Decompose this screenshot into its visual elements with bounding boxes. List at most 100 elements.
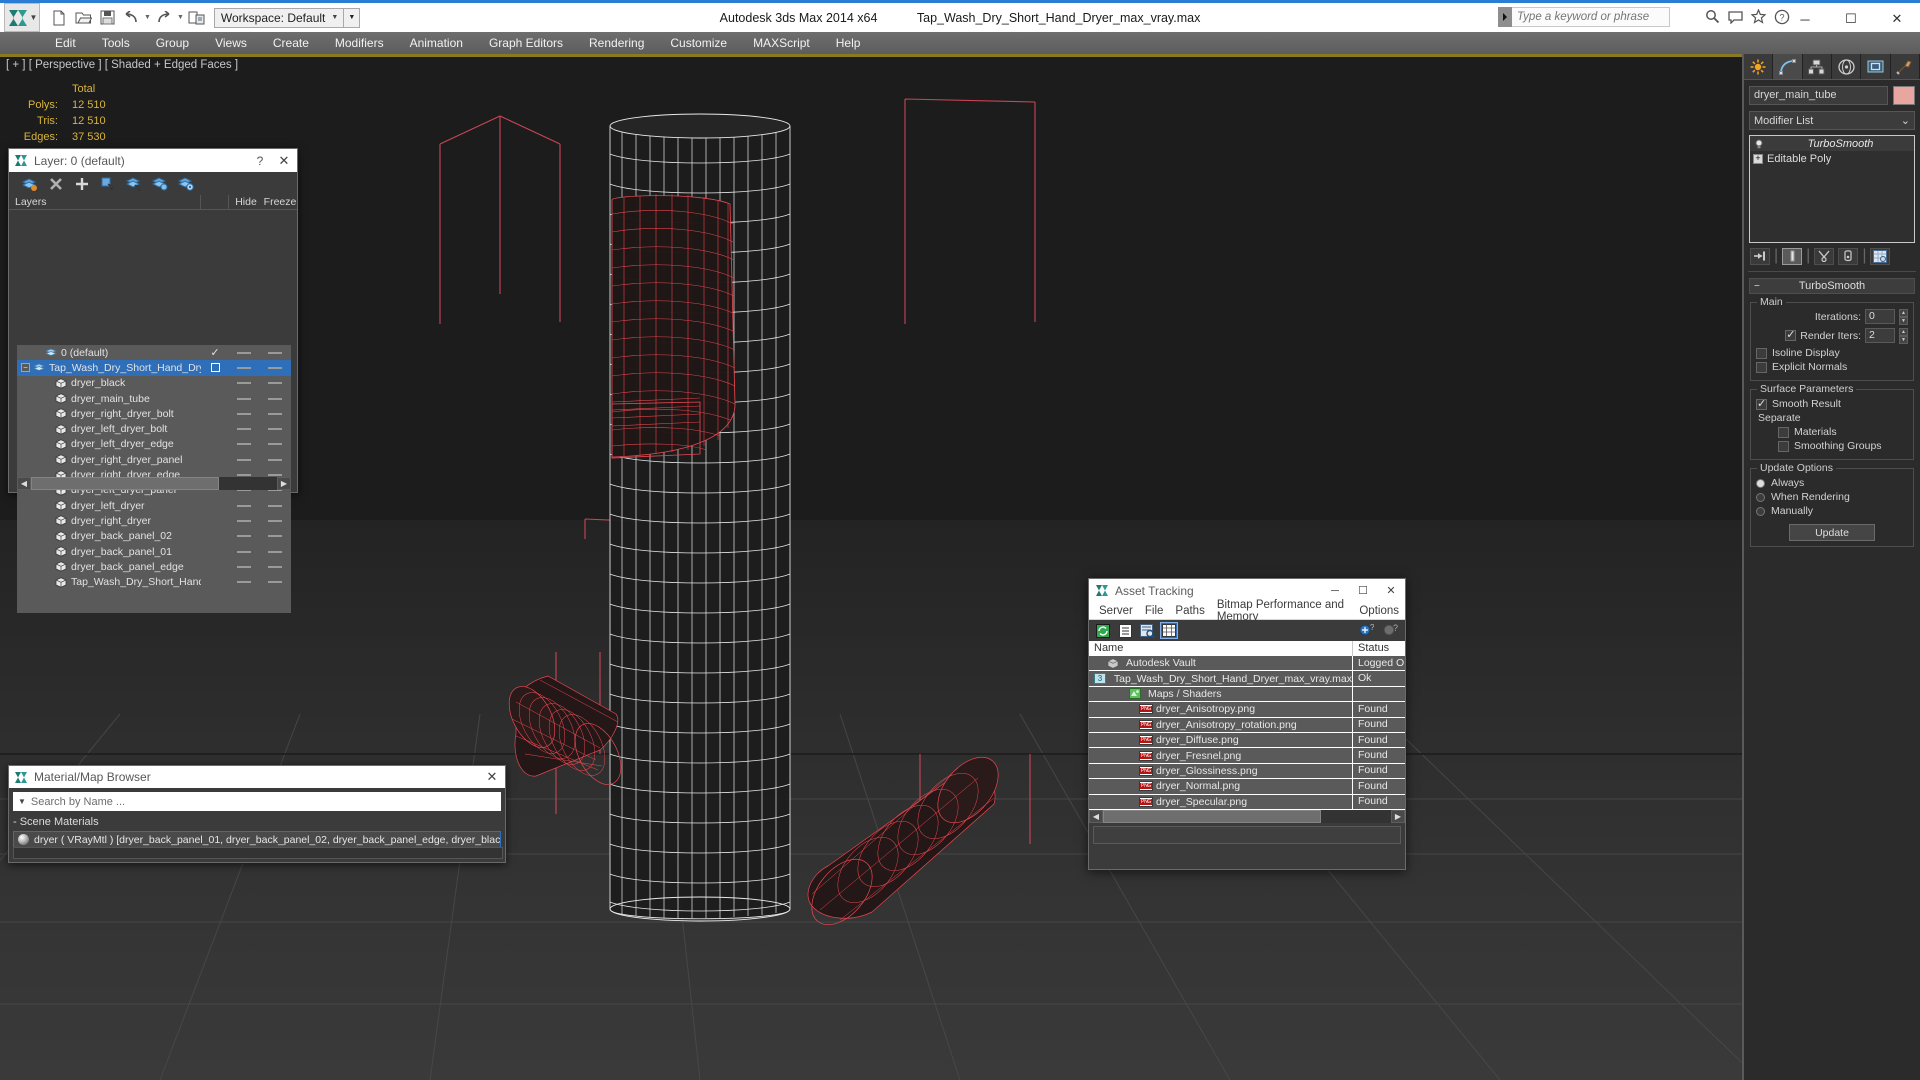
layer-freeze-cell[interactable] (259, 520, 291, 522)
layer-hide-cell[interactable] (229, 535, 259, 537)
layer-active-cell[interactable] (201, 363, 229, 372)
select-objects-in-layer-icon[interactable] (99, 176, 116, 192)
layer-freeze-cell[interactable] (259, 566, 291, 568)
at-menu-paths[interactable]: Paths (1169, 605, 1210, 617)
redo-dropdown-icon[interactable]: ▼ (177, 14, 184, 21)
minimize-button[interactable]: ─ (1782, 3, 1828, 35)
layer-hide-cell[interactable] (229, 382, 259, 384)
configure-modifier-sets-icon[interactable] (1870, 248, 1890, 265)
iterations-spinner[interactable]: ▲▼ (1899, 309, 1908, 324)
layer-hide-cell[interactable] (229, 474, 259, 476)
pin-stack-icon[interactable] (1750, 248, 1770, 265)
maximize-button[interactable]: ☐ (1828, 3, 1874, 35)
always-row[interactable]: Always (1756, 477, 1908, 489)
modifier-list-dropdown[interactable]: Modifier List ⌄ (1749, 111, 1915, 130)
object-color-swatch[interactable] (1893, 86, 1915, 105)
layer-hide-cell[interactable] (229, 551, 259, 553)
menu-help[interactable]: Help (823, 32, 874, 54)
layer-row[interactable]: dryer_right_dryer_bolt (17, 406, 291, 421)
redo-button[interactable] (153, 7, 175, 29)
modifier-stack[interactable]: TurboSmooth + Editable Poly (1749, 135, 1915, 243)
layer-freeze-cell[interactable] (259, 382, 291, 384)
asset-name-cell[interactable]: PNGdryer_Normal.png (1089, 779, 1353, 793)
layer-row[interactable]: dryer_back_panel_edge (17, 559, 291, 574)
open-file-button[interactable] (72, 7, 94, 29)
materials-checkbox[interactable] (1778, 427, 1789, 438)
undo-dropdown-icon[interactable]: ▼ (144, 14, 151, 21)
layer-freeze-cell[interactable] (259, 398, 291, 400)
close-icon[interactable]: ✕ (479, 769, 505, 785)
add-path-help-icon[interactable]: ? (1357, 622, 1375, 639)
asset-row[interactable]: PNGdryer_Anisotropy_rotation.pngFound (1089, 718, 1405, 733)
layer-row[interactable]: −Tap_Wash_Dry_Short_Hand_Dryer (17, 360, 291, 375)
communication-center-icon[interactable] (1727, 8, 1744, 25)
asset-name-cell[interactable]: Maps / Shaders (1089, 687, 1353, 701)
tab-modify[interactable] (1773, 54, 1802, 79)
smoothing-groups-row[interactable]: Smoothing Groups (1778, 440, 1908, 452)
layer-hide-cell[interactable] (229, 566, 259, 568)
layer-explorer-dialog[interactable]: Layer: 0 (default) ? ✕ Layers Hide Freez… (8, 148, 298, 493)
asset-horizontal-scrollbar[interactable]: ◀ ▶ (1089, 810, 1405, 823)
asset-row[interactable]: 3Tap_Wash_Dry_Short_Hand_Dryer_max_vray.… (1089, 671, 1405, 686)
search-expand-icon[interactable] (1498, 7, 1512, 27)
column-name[interactable]: Name (1089, 641, 1353, 656)
close-button[interactable]: ✕ (1377, 579, 1405, 602)
highlight-selected-objects-icon[interactable] (151, 176, 168, 192)
asset-name-cell[interactable]: PNGdryer_Specular.png (1089, 795, 1353, 809)
lightbulb-icon[interactable] (1753, 138, 1764, 149)
asset-row[interactable]: PNGdryer_Diffuse.pngFound (1089, 733, 1405, 748)
layer-hide-cell[interactable] (229, 520, 259, 522)
at-menu-options[interactable]: Options (1353, 605, 1405, 617)
smoothing-groups-checkbox[interactable] (1778, 441, 1789, 452)
workspace-dropdown-button[interactable]: ▼ (343, 8, 359, 28)
rollout-collapse-icon[interactable]: − (1754, 281, 1760, 292)
menu-views[interactable]: Views (202, 32, 260, 54)
workspace-selector[interactable]: Workspace: Default ▼ ▼ (214, 8, 360, 28)
expand-plus-icon[interactable]: + (1753, 154, 1763, 164)
layer-hide-cell[interactable] (229, 352, 259, 354)
at-menu-bitmap-performance[interactable]: Bitmap Performance and Memory (1211, 599, 1354, 623)
materials-row[interactable]: Materials (1778, 426, 1908, 438)
column-freeze[interactable]: Freeze (263, 195, 297, 209)
menu-tools[interactable]: Tools (89, 32, 143, 54)
modifier-stack-item-turbosmooth[interactable]: TurboSmooth (1750, 136, 1914, 151)
layer-active-check[interactable]: ✓ (210, 346, 219, 359)
menu-customize[interactable]: Customize (657, 32, 740, 54)
manually-row[interactable]: Manually (1756, 505, 1908, 517)
isoline-display-row[interactable]: Isoline Display (1756, 347, 1908, 359)
always-radio[interactable] (1756, 479, 1765, 488)
layer-hide-cell[interactable] (229, 398, 259, 400)
asset-row[interactable]: Autodesk VaultLogged O (1089, 656, 1405, 671)
menu-graph-editors[interactable]: Graph Editors (476, 32, 576, 54)
scroll-right-icon[interactable]: ▶ (1391, 810, 1405, 823)
layer-hide-cell[interactable] (229, 443, 259, 445)
layer-row[interactable]: Tap_Wash_Dry_Short_Hand_Dryer (17, 574, 291, 589)
scroll-left-icon[interactable]: ◀ (1089, 810, 1103, 823)
modifier-stack-item-editable-poly[interactable]: + Editable Poly (1750, 151, 1914, 166)
project-folder-button[interactable] (186, 7, 208, 29)
object-name-field[interactable]: dryer_main_tube (1749, 86, 1888, 105)
mmb-search-input[interactable]: Search by Name ... (31, 796, 501, 808)
menu-edit[interactable]: Edit (42, 32, 89, 54)
layer-row[interactable]: dryer_left_dryer_edge (17, 437, 291, 452)
layer-row[interactable]: dryer_left_dryer (17, 498, 291, 513)
close-button[interactable]: ✕ (1874, 3, 1920, 35)
infocenter-search[interactable] (1498, 7, 1670, 27)
asset-row[interactable]: PNGdryer_Normal.pngFound (1089, 779, 1405, 794)
scroll-right-icon[interactable]: ▶ (277, 477, 291, 490)
help-query-icon[interactable]: ? (1381, 622, 1399, 639)
make-unique-icon[interactable] (1814, 248, 1834, 265)
viewport-label[interactable]: [ + ] [ Perspective ] [ Shaded + Edged F… (6, 59, 238, 71)
asset-name-cell[interactable]: PNGdryer_Anisotropy_rotation.png (1089, 718, 1353, 732)
asset-row[interactable]: Maps / Shaders (1089, 687, 1405, 702)
app-logo[interactable]: ▼ (4, 3, 40, 32)
menu-rendering[interactable]: Rendering (576, 32, 657, 54)
layer-hide-cell[interactable] (229, 581, 259, 583)
layer-hide-cell[interactable] (229, 459, 259, 461)
save-file-button[interactable] (96, 7, 118, 29)
search-input[interactable] (1512, 7, 1670, 27)
menu-animation[interactable]: Animation (397, 32, 476, 54)
asset-row[interactable]: PNGdryer_Anisotropy.pngFound (1089, 702, 1405, 717)
asset-row[interactable]: PNGdryer_Specular.pngFound (1089, 795, 1405, 810)
tab-create[interactable] (1744, 54, 1773, 79)
